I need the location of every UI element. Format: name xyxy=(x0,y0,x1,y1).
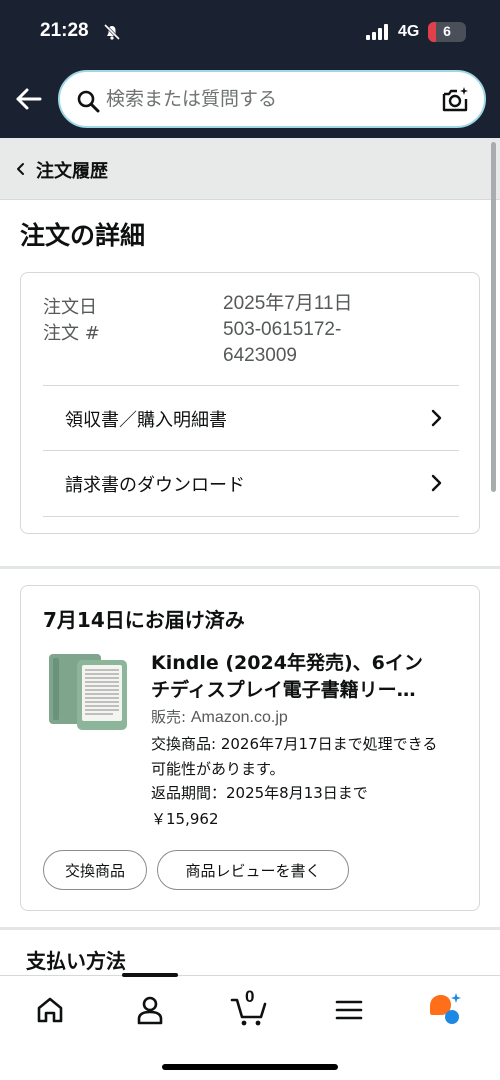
scrollbar[interactable] xyxy=(491,142,496,492)
bell-muted-icon xyxy=(103,23,121,41)
order-date-label: 注文日 xyxy=(43,297,97,318)
order-info-card: 注文日 2025年7月11日 注文 # 503-0615172- 6423009… xyxy=(20,272,480,534)
sold-by-label: 販売: xyxy=(151,708,191,726)
status-time: 21:28 xyxy=(40,20,89,41)
search-header xyxy=(0,64,500,138)
receipt-link[interactable]: 領収書／購入明細書 xyxy=(43,386,459,450)
section-separator xyxy=(0,566,500,569)
divider xyxy=(43,516,459,517)
delivery-card: 7月14日にお届け済み Kindle (2024年発売)、6イン チディスプレイ… xyxy=(20,585,480,911)
product-price: ￥15,962 xyxy=(151,810,219,828)
payment-method-title: 支払い方法 xyxy=(26,949,126,973)
search-icon xyxy=(77,90,100,113)
chevron-right-icon xyxy=(431,474,442,492)
order-number-label: 注文 # xyxy=(43,323,100,344)
status-bar: 21:28 4G 6 xyxy=(0,0,500,64)
exchange-info: 交換商品: 2026年7月17日まで処理できる可能性があります。 xyxy=(151,735,438,778)
menu-icon[interactable] xyxy=(329,990,369,1030)
seller-name: Amazon.co.jp xyxy=(190,709,288,726)
cart-button[interactable]: 0 xyxy=(229,987,269,1030)
exchange-button[interactable]: 交換商品 xyxy=(43,850,147,890)
search-input[interactable] xyxy=(106,72,426,126)
signal-icon xyxy=(366,24,388,40)
network-type: 4G xyxy=(398,23,420,40)
breadcrumb[interactable]: 注文履歴 xyxy=(0,138,500,200)
cart-count: 0 xyxy=(245,987,255,1006)
product-title[interactable]: Kindle (2024年発売)、6イン チディスプレイ電子書籍リー… xyxy=(151,650,451,704)
return-info: 返品期間：2025年8月13日まで xyxy=(151,784,368,802)
section-separator xyxy=(0,927,500,930)
order-date-value: 2025年7月11日 xyxy=(223,293,353,314)
rufus-ai-icon[interactable] xyxy=(426,990,466,1030)
chevron-left-icon xyxy=(17,163,24,175)
order-number-value-line2: 6423009 xyxy=(223,345,297,366)
bottom-nav: 0 xyxy=(0,973,500,1080)
home-icon[interactable] xyxy=(30,990,70,1030)
receipt-link-label[interactable]: 領収書／購入明細書 xyxy=(65,406,227,432)
write-review-button[interactable]: 商品レビューを書く xyxy=(157,850,349,890)
invoice-download-label[interactable]: 請求書のダウンロード xyxy=(65,471,245,497)
order-number-value-line1: 503-0615172- xyxy=(223,319,342,340)
search-bar[interactable] xyxy=(58,70,486,128)
breadcrumb-label[interactable]: 注文履歴 xyxy=(36,157,108,183)
invoice-download-link[interactable]: 請求書のダウンロード xyxy=(43,451,459,515)
camera-search-icon[interactable] xyxy=(440,85,470,115)
battery-icon: 6 xyxy=(428,22,466,42)
product-image[interactable] xyxy=(47,650,129,736)
back-arrow-icon[interactable] xyxy=(12,82,46,116)
product-title-line2[interactable]: チディスプレイ電子書籍リー… xyxy=(151,677,451,704)
page-title: 注文の詳細 xyxy=(20,221,146,250)
sold-by: 販売: Amazon.co.jp xyxy=(151,706,288,727)
battery-level: 6 xyxy=(443,23,451,39)
home-indicator xyxy=(162,1064,338,1070)
active-tab-indicator xyxy=(122,973,178,977)
delivery-status: 7月14日にお届け済み xyxy=(43,608,245,632)
account-icon[interactable] xyxy=(130,990,170,1030)
chevron-right-icon xyxy=(431,409,442,427)
product-title-line1[interactable]: Kindle (2024年発売)、6イン xyxy=(151,650,451,677)
